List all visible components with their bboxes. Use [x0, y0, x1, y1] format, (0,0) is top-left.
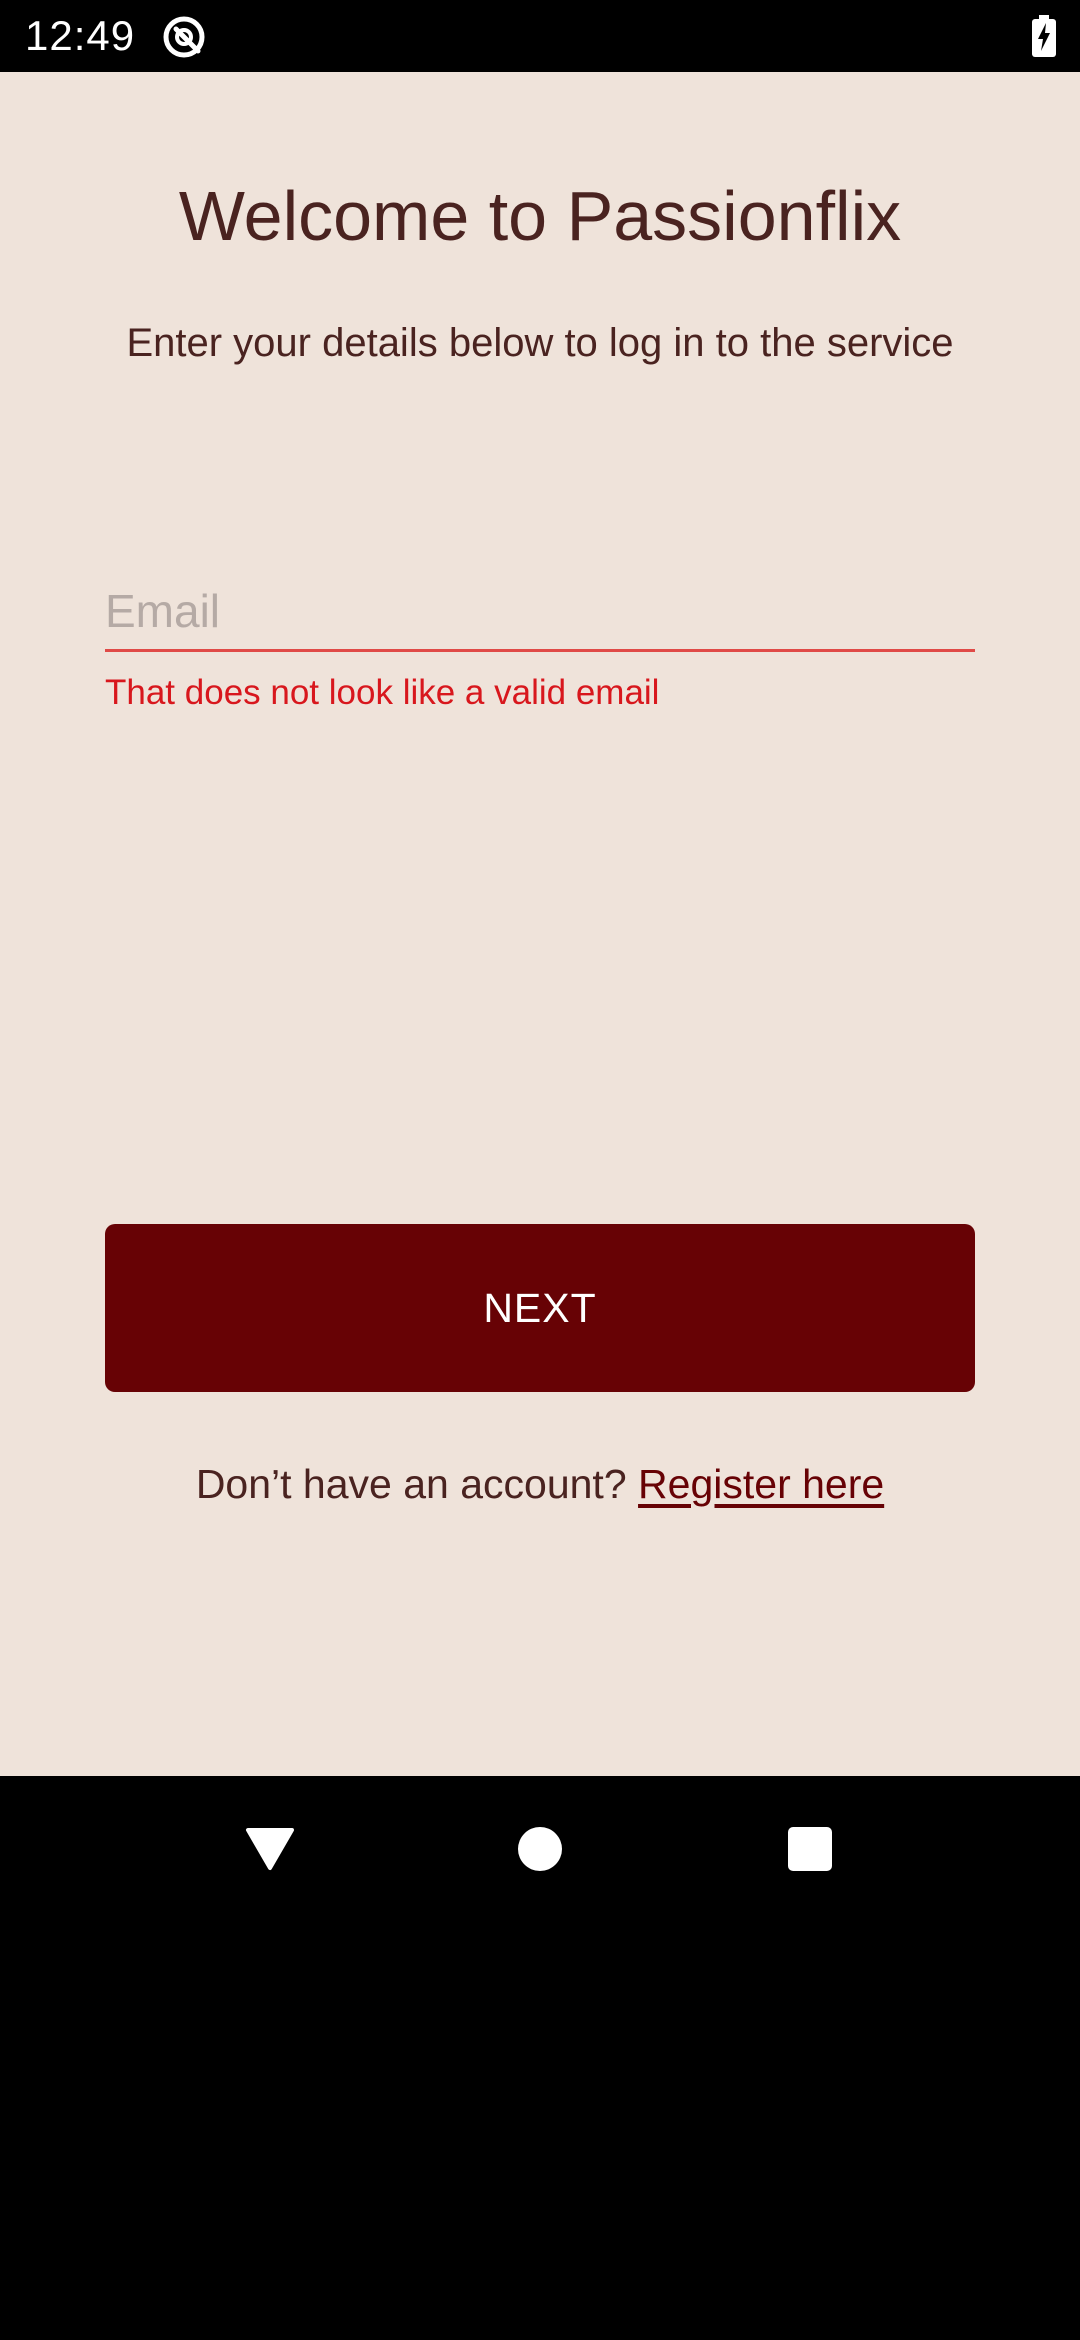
- next-button[interactable]: NEXT: [105, 1224, 975, 1392]
- page-title: Welcome to Passionflix: [178, 177, 902, 255]
- email-field[interactable]: [105, 572, 975, 652]
- login-screen: Welcome to Passionflix Enter your detail…: [0, 72, 1080, 1776]
- home-icon: [518, 1827, 562, 1871]
- recents-icon: [788, 1827, 832, 1871]
- register-prompt-text: Don’t have an account?: [195, 1461, 627, 1507]
- battery-charging-icon: [1031, 15, 1057, 57]
- back-icon: [246, 1828, 294, 1870]
- status-time: 12:49: [25, 12, 136, 59]
- page-subtitle: Enter your details below to log in to th…: [126, 321, 954, 365]
- email-error-message: That does not look like a valid email: [105, 673, 660, 712]
- back-button[interactable]: [190, 1776, 350, 1916]
- app-notification-icon: [162, 15, 206, 59]
- register-link[interactable]: Register here: [638, 1461, 884, 1507]
- home-button[interactable]: [460, 1776, 620, 1916]
- recents-button[interactable]: [730, 1776, 890, 1916]
- register-prompt-row: Don’t have an account? Register here: [0, 1456, 1080, 1512]
- status-bar: 12:49: [0, 0, 1080, 72]
- system-navigation-bar: [0, 1776, 1080, 1916]
